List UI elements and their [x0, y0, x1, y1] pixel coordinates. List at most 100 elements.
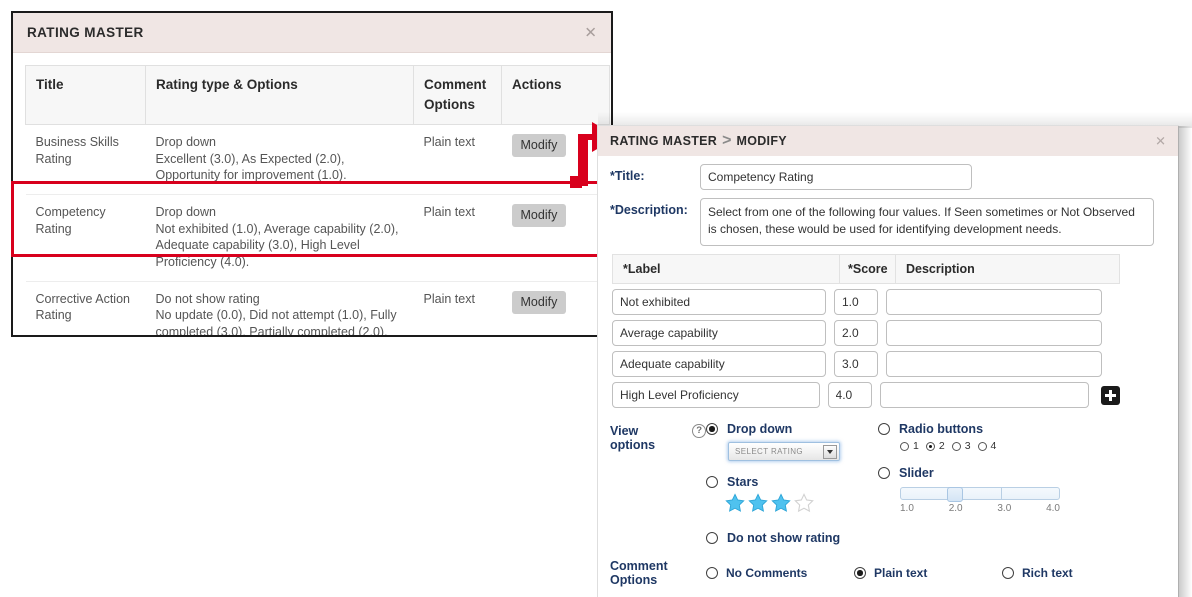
table-row[interactable]: Corrective Action Rating Do not show rat…: [25, 281, 610, 337]
comment-option-label: Rich text: [1022, 566, 1073, 580]
view-option-label: Do not show rating: [727, 531, 841, 545]
dropdown-preview-text: SELECT RATING: [735, 447, 804, 456]
chevron-down-icon[interactable]: [823, 444, 837, 459]
cell-comment-options: Plain text: [413, 124, 502, 195]
radio-buttons-preview[interactable]: 1 2 3 4: [900, 440, 1108, 452]
radio-drop-down[interactable]: [706, 423, 718, 435]
option-label-input[interactable]: [612, 289, 826, 315]
radio-preview-4[interactable]: [977, 441, 987, 451]
view-option-do-not-show[interactable]: Do not show rating: [706, 531, 878, 545]
modify-dialog-body: *Title: *Description: *Label *Score Desc…: [598, 156, 1178, 587]
option-description-input[interactable]: [886, 320, 1102, 346]
star-empty-icon[interactable]: [793, 492, 815, 514]
slider-preview[interactable]: 1.0 2.0 3.0 4.0: [900, 487, 1060, 514]
description-field-row: *Description:: [604, 198, 1162, 246]
radio-radio-buttons[interactable]: [878, 423, 890, 435]
breadcrumb-separator: >: [722, 132, 732, 149]
slider-label-1: 1.0: [900, 503, 914, 514]
radio-stars[interactable]: [706, 476, 718, 488]
comment-option-plain-text[interactable]: Plain text: [854, 566, 1002, 580]
star-filled-icon[interactable]: [724, 492, 746, 514]
view-option-slider[interactable]: Slider: [878, 466, 1108, 480]
view-options-label: View options: [610, 424, 656, 452]
rating-kind: Drop down: [155, 135, 216, 150]
star-filled-icon[interactable]: [770, 492, 792, 514]
column-header-actions: Actions: [501, 64, 610, 126]
modify-dialog: RATING MASTER > MODIFY ✕ *Title: *Descri…: [598, 126, 1178, 597]
option-score-input[interactable]: [834, 351, 878, 377]
option-description-input[interactable]: [879, 382, 1089, 408]
view-option-radio-buttons[interactable]: Radio buttons: [878, 422, 1108, 436]
description-textarea[interactable]: [700, 198, 1154, 246]
option-label-input[interactable]: [612, 351, 826, 377]
slider-tick-labels: 1.0 2.0 3.0 4.0: [900, 503, 1060, 514]
radio-rich-text[interactable]: [1002, 567, 1014, 579]
view-option-label: Radio buttons: [899, 422, 984, 436]
slider-handle[interactable]: [947, 487, 963, 502]
title-input[interactable]: [700, 164, 972, 190]
radio-preview-label-4: 4: [990, 440, 997, 452]
view-options-label-group: View options ?: [610, 422, 706, 545]
table-row[interactable]: Business Skills Rating Drop down Excelle…: [25, 124, 610, 195]
radio-plain-text[interactable]: [854, 567, 866, 579]
view-options-column-right: Radio buttons 1 2 3 4 Slider 1.0 2.0 3.0…: [878, 422, 1108, 545]
option-score-input[interactable]: [827, 382, 872, 408]
rating-master-header: RATING MASTER ✕: [13, 13, 611, 53]
comment-option-label: Plain text: [874, 566, 928, 580]
slider-label-2: 2.0: [948, 503, 963, 514]
option-label-input[interactable]: [612, 382, 820, 408]
cell-comment-options: Plain text: [413, 281, 502, 335]
breadcrumb-root[interactable]: RATING MASTER: [610, 134, 717, 148]
modify-button[interactable]: Modify: [511, 290, 567, 314]
modify-button[interactable]: Modify: [511, 134, 567, 158]
page-title: RATING MASTER: [27, 25, 144, 40]
slider-track[interactable]: [900, 487, 1060, 502]
modify-button[interactable]: Modify: [511, 204, 567, 227]
option-score-input[interactable]: [834, 320, 878, 346]
star-filled-icon[interactable]: [747, 492, 769, 514]
column-header-label: *Label: [623, 262, 661, 276]
column-header-title: Title: [25, 64, 146, 126]
options-header-row: *Label *Score Description: [612, 254, 1120, 284]
cell-rating-type: Drop down Not exhibited (1.0), Average c…: [145, 194, 414, 282]
rating-kind: Do not show rating: [155, 291, 260, 306]
question-mark-icon[interactable]: ?: [692, 424, 706, 438]
stars-preview[interactable]: [724, 492, 878, 514]
view-options-column-left: Drop down SELECT RATING Stars Do not sho…: [706, 422, 878, 545]
option-description-input[interactable]: [886, 289, 1102, 315]
cell-title: Corrective Action Rating: [25, 281, 146, 335]
rating-options: No update (0.0), Did not attempt (1.0), …: [155, 308, 397, 337]
option-score-input[interactable]: [834, 289, 878, 315]
comment-option-no-comments[interactable]: No Comments: [706, 566, 854, 580]
comment-option-rich-text[interactable]: Rich text: [1002, 566, 1073, 580]
view-option-stars[interactable]: Stars: [706, 475, 878, 489]
slider-tick: [1001, 488, 1002, 499]
plus-icon[interactable]: [1101, 385, 1120, 405]
description-field-label: *Description:: [610, 203, 688, 217]
title-field-row: *Title:: [604, 164, 1162, 190]
view-options-section: View options ? Drop down SELECT RATING S…: [604, 422, 1162, 545]
radio-preview-label-2: 2: [938, 440, 945, 452]
rating-master-table: Title Rating type & Options Comment Opti…: [25, 64, 610, 337]
screenshot-stage: RATING MASTER ✕ Title Rating type & Opti…: [0, 0, 1192, 597]
close-icon[interactable]: ✕: [584, 25, 597, 40]
dropdown-preview[interactable]: SELECT RATING: [728, 442, 840, 461]
radio-slider[interactable]: [878, 467, 890, 479]
option-description-input[interactable]: [886, 351, 1102, 377]
close-icon[interactable]: ✕: [1155, 135, 1166, 148]
rating-options-table: *Label *Score Description: [612, 254, 1120, 408]
radio-preview-3[interactable]: [951, 441, 961, 451]
radio-do-not-show[interactable]: [706, 532, 718, 544]
view-option-drop-down[interactable]: Drop down: [706, 422, 878, 436]
option-row: [612, 320, 1120, 346]
radio-preview-1[interactable]: [900, 441, 909, 451]
option-label-input[interactable]: [612, 320, 826, 346]
radio-preview-2[interactable]: [925, 441, 935, 451]
radio-preview-label-3: 3: [964, 440, 971, 452]
cell-actions: Modify: [501, 124, 610, 195]
table-header-row: Title Rating type & Options Comment Opti…: [25, 64, 610, 126]
table-row[interactable]: Competency Rating Drop down Not exhibite…: [25, 194, 610, 282]
radio-no-comments[interactable]: [706, 567, 718, 579]
option-row: [612, 382, 1120, 408]
cell-actions: Modify: [501, 281, 610, 335]
